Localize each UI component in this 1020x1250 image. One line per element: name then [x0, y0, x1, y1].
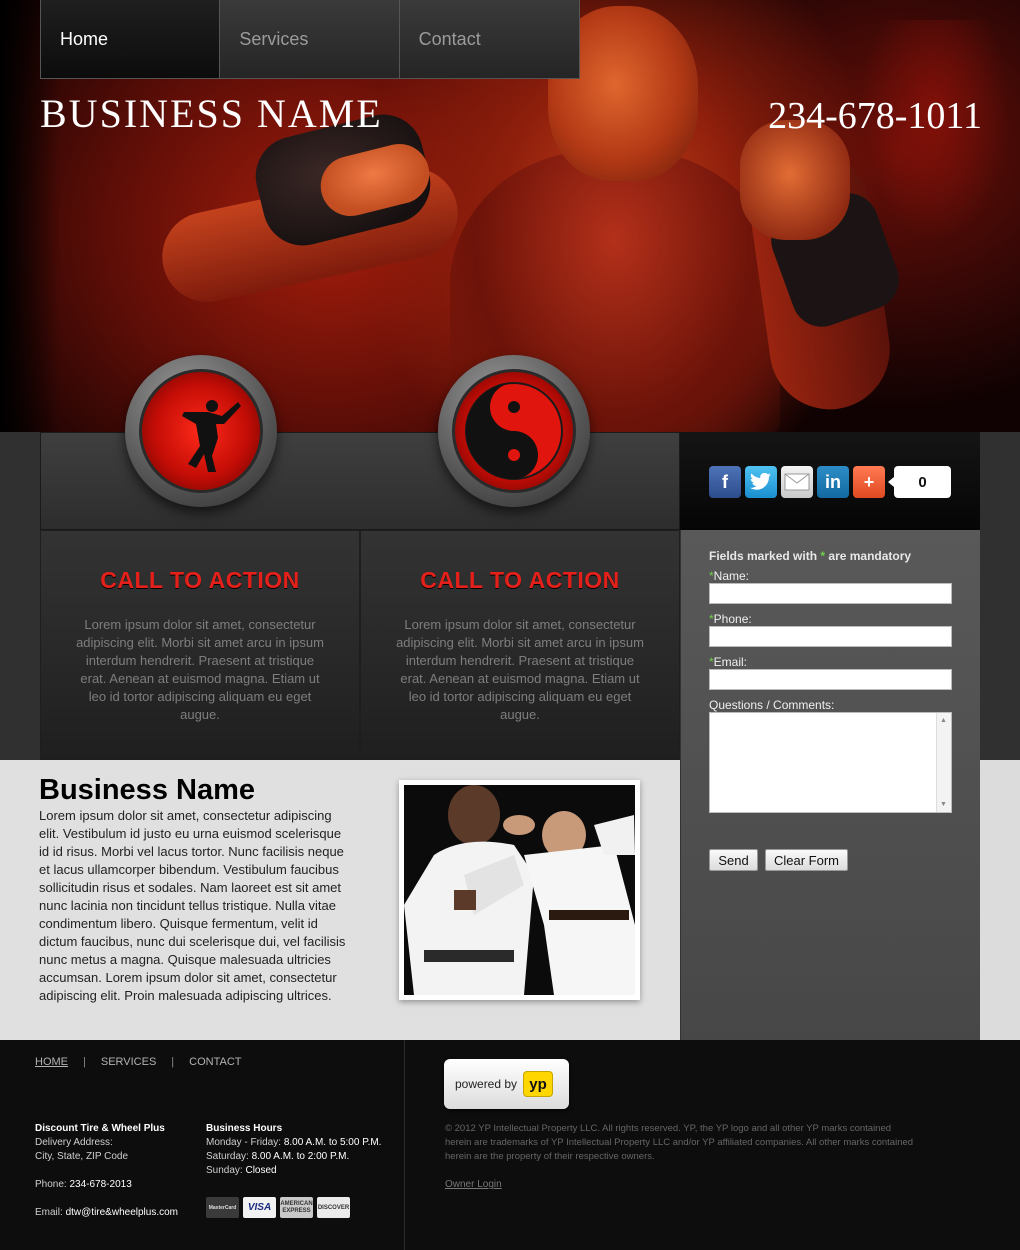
footer-nav: HOME | SERVICES | CONTACT: [35, 1056, 242, 1068]
yin-yang-icon: [465, 382, 563, 480]
business-name-title: BUSINESS NAME: [40, 91, 383, 136]
powered-by-yp-badge[interactable]: powered by yp: [444, 1059, 569, 1109]
email-label-text: Email:: [713, 655, 748, 669]
comments-label: Questions / Comments:: [709, 698, 835, 712]
required-star: *: [820, 549, 826, 563]
linkedin-icon[interactable]: in: [817, 466, 849, 498]
hours-day: Monday - Friday:: [206, 1137, 282, 1148]
footer-link-contact[interactable]: CONTACT: [189, 1056, 241, 1068]
footer-company-info: Discount Tire & Wheel Plus Delivery Addr…: [35, 1122, 200, 1164]
form-mandatory-note: Fields marked with * are mandatory: [709, 549, 911, 563]
footer-email-value[interactable]: dtw@tire&wheelplus.com: [66, 1207, 178, 1218]
hours-time: 8.00 A.M. to 2:00 P.M.: [251, 1151, 350, 1162]
footer-email-label: Email:: [35, 1207, 63, 1218]
footer-phone: Phone: 234-678-2013: [35, 1178, 132, 1192]
clear-form-button[interactable]: Clear Form: [765, 849, 848, 871]
footer-divider: [404, 1040, 405, 1250]
hours-time: Closed: [245, 1165, 277, 1176]
main-nav: Home Services Contact: [40, 0, 580, 79]
karate-photo: [404, 785, 635, 995]
footer-email: Email: dtw@tire&wheelplus.com: [35, 1206, 178, 1220]
hours-day: Sunday:: [206, 1165, 243, 1176]
footer-link-services[interactable]: SERVICES: [101, 1056, 156, 1068]
nav-home[interactable]: Home: [41, 0, 221, 78]
discover-icon: DISCOVER: [317, 1197, 350, 1218]
form-note-prefix: Fields marked with: [709, 549, 818, 563]
form-note-suffix: are mandatory: [828, 549, 912, 563]
right-strip-light: [980, 760, 1020, 1040]
name-field[interactable]: [709, 583, 952, 604]
karate-illustration: [404, 785, 635, 995]
cta-block-1: CALL TO ACTION Lorem ipsum dolor sit ame…: [40, 530, 360, 760]
yin-yang-disc: [452, 369, 576, 493]
kick-medallion-disc: [139, 369, 263, 493]
comments-textarea[interactable]: ▲ ▼: [709, 712, 952, 813]
right-strip: [980, 432, 1020, 760]
email-label: *Email:: [709, 655, 747, 669]
phone-label: *Phone:: [709, 612, 752, 626]
twitter-icon[interactable]: [745, 466, 777, 498]
cta-text: Lorem ipsum dolor sit amet, consectetur …: [76, 617, 324, 722]
facebook-icon[interactable]: f: [709, 466, 741, 498]
footer-separator: |: [83, 1056, 86, 1068]
footer-link-home[interactable]: HOME: [35, 1056, 68, 1068]
footer-legal: © 2012 YP Intellectual Property LLC. All…: [445, 1123, 914, 1162]
amex-icon: AMERICAN EXPRESS: [280, 1197, 313, 1218]
hours-row: Saturday: 8.00 A.M. to 2:00 P.M.: [206, 1150, 401, 1164]
phone-label-text: Phone:: [713, 612, 752, 626]
send-button[interactable]: Send: [709, 849, 758, 871]
plus-share-icon[interactable]: +: [853, 466, 885, 498]
footer-separator: |: [171, 1056, 175, 1068]
footer-company-name: Discount Tire & Wheel Plus: [35, 1123, 165, 1134]
cta-block-2: CALL TO ACTION Lorem ipsum dolor sit ame…: [360, 530, 680, 760]
hours-title: Business Hours: [206, 1123, 283, 1134]
yp-logo-icon: yp: [523, 1071, 554, 1097]
hours-time: 8.00 A.M. to 5:00 P.M.: [283, 1137, 382, 1148]
footer-delivery-label: Delivery Address:: [35, 1137, 113, 1148]
nav-contact[interactable]: Contact: [400, 0, 579, 78]
textarea-scrollbar[interactable]: ▲ ▼: [936, 713, 951, 812]
footer-business-hours: Business Hours Monday - Friday: 8.00 A.M…: [206, 1122, 401, 1178]
visa-icon: VISA: [243, 1197, 276, 1218]
header-phone: 234-678-1011: [768, 95, 982, 137]
share-counter: 0: [888, 466, 951, 498]
footer-address: City, State, ZIP Code: [35, 1151, 129, 1162]
martial-artist-icon: [182, 400, 241, 472]
cta-title[interactable]: CALL TO ACTION: [361, 567, 679, 594]
content-heading: Business Name: [39, 774, 255, 806]
hours-row: Monday - Friday: 8.00 A.M. to 5:00 P.M.: [206, 1136, 401, 1150]
name-label: *Name:: [709, 569, 749, 583]
phone-field[interactable]: [709, 626, 952, 647]
cta-title[interactable]: CALL TO ACTION: [41, 567, 359, 594]
fighter-right-fist: [740, 120, 850, 240]
scroll-up-icon[interactable]: ▲: [940, 717, 947, 724]
kick-medallion: [125, 355, 277, 507]
karate-photo-frame: [399, 780, 640, 1000]
footer-phone-value: 234-678-2013: [69, 1179, 132, 1190]
nav-services[interactable]: Services: [220, 0, 400, 78]
powered-by-text: powered by: [455, 1077, 518, 1091]
scroll-down-icon[interactable]: ▼: [940, 801, 947, 808]
footer-phone-label: Phone:: [35, 1179, 67, 1190]
email-field[interactable]: [709, 669, 952, 690]
email-icon[interactable]: [781, 466, 813, 498]
yin-yang-medallion: [438, 355, 590, 507]
social-icons: f in +: [709, 466, 885, 498]
content-paragraph: Lorem ipsum dolor sit amet, consectetur …: [39, 808, 346, 1003]
payment-cards: MasterCard VISA AMERICAN EXPRESS DISCOVE…: [206, 1197, 350, 1218]
name-label-text: Name:: [713, 569, 750, 583]
cta-text: Lorem ipsum dolor sit amet, consectetur …: [396, 617, 644, 722]
hours-day: Saturday:: [206, 1151, 249, 1162]
hours-row: Sunday: Closed: [206, 1164, 401, 1178]
owner-login-link[interactable]: Owner Login: [445, 1179, 502, 1190]
mastercard-icon: MasterCard: [206, 1197, 239, 1218]
